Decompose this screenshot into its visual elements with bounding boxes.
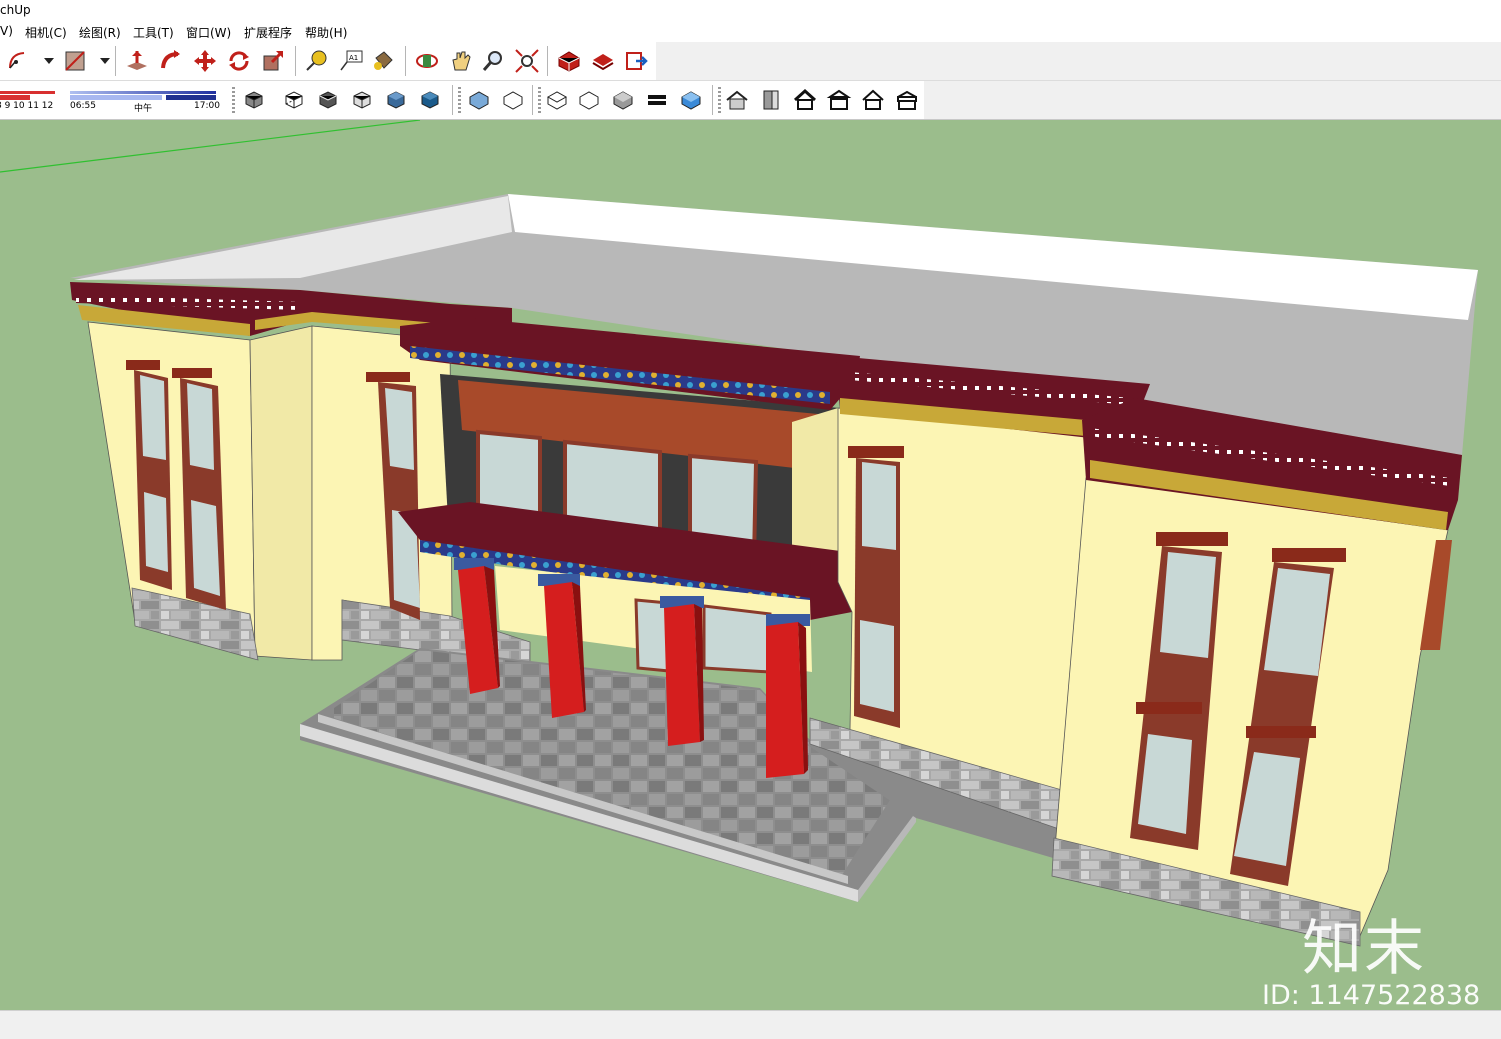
menu-camera[interactable]: 相机(C) [25,24,67,41]
shaded-textures-icon[interactable] [418,87,444,113]
menu-window[interactable]: 窗口(W) [186,24,231,41]
right-view-icon[interactable] [610,87,636,113]
toolbar-separator [405,46,406,76]
app-title: chUp [0,3,31,17]
menu-view[interactable]: V) [0,24,13,38]
toolbar-grip[interactable] [538,87,541,113]
rectangle-icon[interactable] [62,48,88,74]
menu-bar: V) 相机(C) 绘图(R) 工具(T) 窗口(W) 扩展程序 帮助(H) [0,22,1501,42]
month-ticks: 8 9 10 11 12 [0,101,54,111]
toolbar-separator [452,85,453,115]
arc-dropdown-icon[interactable] [36,48,54,74]
zoom-extents-icon[interactable] [514,48,540,74]
window-middle [848,446,904,728]
toolbar-separator [115,46,116,76]
building-model [0,120,1478,947]
extension-warehouse-icon[interactable] [590,48,616,74]
scale-icon[interactable] [260,48,286,74]
model-viewport[interactable]: 知末 ID: 1147522838 [0,120,1501,1010]
toolbar-separator [295,46,296,76]
rotate-icon[interactable] [226,48,252,74]
hidden-line-icon[interactable] [350,87,376,113]
watermark-brand: 知末 [1302,914,1426,984]
paint-bucket-icon[interactable] [370,48,396,74]
push-pull-icon[interactable] [124,48,150,74]
menu-tools[interactable]: 工具(T) [133,24,174,41]
menu-draw[interactable]: 绘图(R) [79,24,121,41]
iso-view-icon[interactable] [500,87,526,113]
house-6-icon[interactable] [894,87,920,113]
move-icon[interactable] [192,48,218,74]
top-view-icon[interactable] [544,87,570,113]
pan-icon[interactable] [448,48,474,74]
house-5-icon[interactable] [860,87,886,113]
back-view-icon[interactable] [644,87,670,113]
xray-icon[interactable] [242,87,268,113]
toolbar-separator [712,85,713,115]
view-toolbar: 8 9 10 11 12 06:55 中午 17:00 [0,81,1501,120]
status-bar [0,1010,1501,1039]
green-axis [0,120,421,173]
time-noon: 中午 [134,104,153,114]
share-model-icon[interactable] [624,48,650,74]
house-3-icon[interactable] [792,87,818,113]
tape-measure-icon[interactable] [304,48,330,74]
3d-warehouse-icon[interactable] [556,48,582,74]
rectangle-dropdown-icon[interactable] [92,48,110,74]
orbit-icon[interactable] [414,48,440,74]
svg-text:A1: A1 [349,54,358,62]
house-1-icon[interactable] [724,87,750,113]
toolbar-separator [532,85,533,115]
zoom-icon[interactable] [480,48,506,74]
house-4-icon[interactable] [826,87,852,113]
red-column-4 [766,614,810,778]
text-icon[interactable]: A1 [338,48,364,74]
monochrome-icon[interactable] [466,87,492,113]
toolbar-grip[interactable] [458,87,461,113]
wireframe-icon[interactable] [316,87,342,113]
toolbar-grip[interactable] [718,87,721,113]
left-view-icon[interactable] [678,87,704,113]
month-slider[interactable] [0,91,55,101]
toolbar-separator [547,46,548,76]
arc-icon[interactable] [6,48,32,74]
watermark-id: ID: 1147522838 [1262,980,1481,1010]
time-end: 17:00 [194,101,220,111]
toolbar-grip[interactable] [232,87,235,113]
main-toolbar: A1 [0,42,1501,81]
menu-extensions[interactable]: 扩展程序 [244,24,292,41]
front-view-icon[interactable] [576,87,602,113]
menu-help[interactable]: 帮助(H) [305,24,347,41]
back-edges-icon[interactable] [282,87,308,113]
time-start: 06:55 [70,101,96,111]
shaded-icon[interactable] [384,87,410,113]
shadow-settings: 8 9 10 11 12 06:55 中午 17:00 [0,81,224,119]
title-bar: chUp [0,0,1501,22]
follow-me-icon[interactable] [158,48,184,74]
house-2-icon[interactable] [758,87,784,113]
